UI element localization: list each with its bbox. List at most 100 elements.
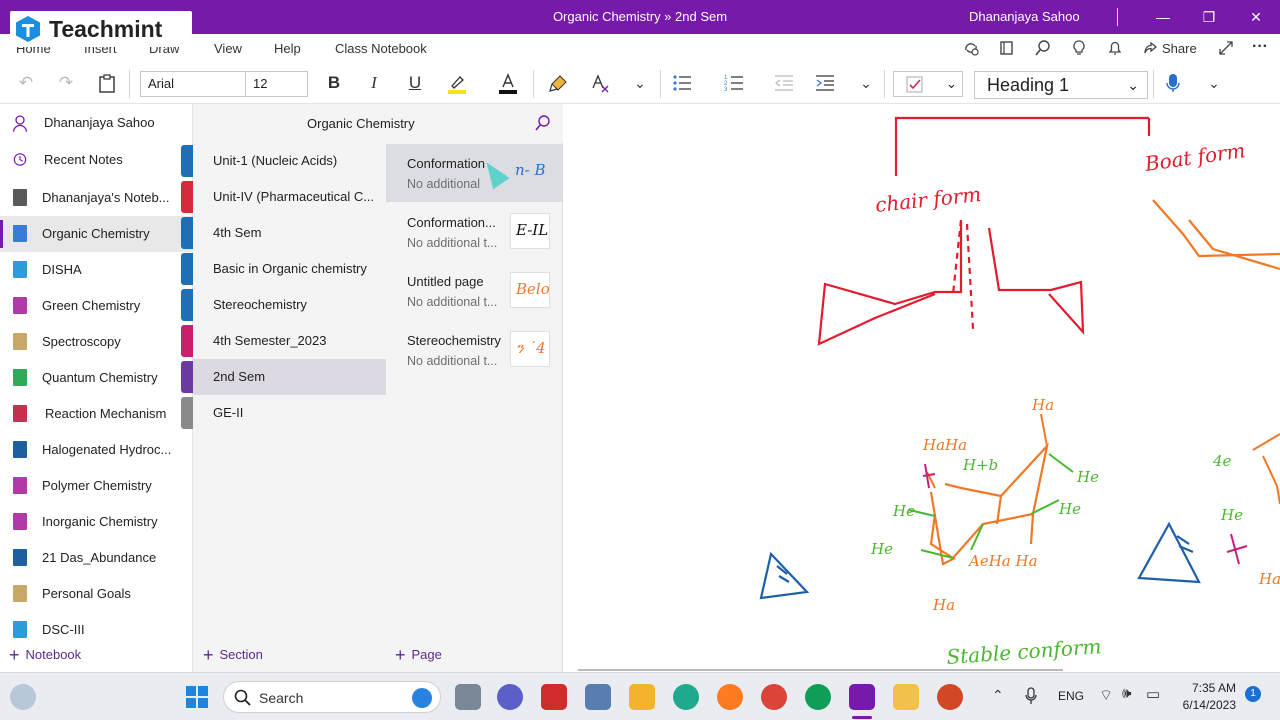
sync-icon[interactable]	[962, 39, 980, 57]
microphone-icon[interactable]	[1162, 72, 1184, 94]
add-section-button[interactable]: + Section	[203, 645, 263, 666]
notebook-item[interactable]: Dhananjaya's Noteb...	[0, 180, 193, 216]
bell-icon[interactable]	[1106, 39, 1124, 57]
store-icon[interactable]	[629, 684, 655, 710]
firefox-icon[interactable]	[717, 684, 743, 710]
font-color-icon[interactable]	[497, 72, 519, 94]
page-item[interactable]: Stereochemistry No additional t... ን ˙4	[386, 321, 563, 379]
notebook-item[interactable]: Reaction Mechanism	[0, 396, 193, 432]
restore-icon[interactable]: ❐	[1196, 5, 1222, 29]
tab-help[interactable]: Help	[274, 41, 301, 56]
volume-icon[interactable]: 🕪	[1122, 685, 1131, 702]
file-explorer-icon[interactable]	[893, 684, 919, 710]
battery-icon[interactable]: ▭	[1146, 685, 1160, 703]
notebook-item[interactable]: Organic Chemistry	[0, 216, 193, 252]
acrobat-icon[interactable]	[541, 684, 567, 710]
notebook-item[interactable]: 21 Das_Abundance	[0, 540, 193, 576]
underline-icon[interactable]: U	[404, 72, 426, 94]
clock-time[interactable]: 7:35 AM	[1172, 681, 1236, 695]
teams-icon[interactable]	[497, 684, 523, 710]
notebook-item[interactable]: DISHA	[0, 252, 193, 288]
section-item[interactable]: 2nd Sem	[193, 359, 386, 395]
wifi-icon[interactable]: ⌔	[1099, 686, 1113, 705]
section-color-tab[interactable]	[181, 397, 193, 429]
search-icon[interactable]	[534, 114, 552, 132]
bullets-icon[interactable]	[671, 72, 693, 94]
notebook-item[interactable]: Spectroscopy	[0, 324, 193, 360]
chrome-profile-icon[interactable]	[805, 684, 831, 710]
weather-icon[interactable]	[10, 684, 36, 710]
clear-formatting-icon[interactable]	[589, 72, 611, 94]
section-item[interactable]: GE-II	[193, 395, 386, 431]
recent-notes-item[interactable]: Recent Notes	[0, 142, 193, 178]
page-item[interactable]: Conformation No additional n- B	[386, 144, 563, 202]
tab-view[interactable]: View	[214, 41, 242, 56]
tab-class-notebook[interactable]: Class Notebook	[335, 41, 427, 56]
chevron-down-icon[interactable]: ⌄	[855, 72, 877, 94]
redo-icon[interactable]: ↷	[55, 72, 77, 94]
highlight-icon[interactable]	[446, 72, 468, 94]
account-item[interactable]: Dhananjaya Sahoo	[0, 105, 193, 141]
italic-icon[interactable]: I	[363, 72, 385, 94]
format-painter-icon[interactable]	[548, 72, 570, 94]
section-color-tab[interactable]	[181, 289, 193, 321]
language-indicator[interactable]: ENG	[1058, 689, 1084, 703]
search-icon[interactable]	[1034, 39, 1052, 57]
clock-date[interactable]: 6/14/2023	[1172, 698, 1236, 712]
notebook-item[interactable]: DSC-III	[0, 612, 193, 648]
chrome-icon[interactable]	[761, 684, 787, 710]
more-options-icon[interactable]: ···	[1252, 38, 1268, 56]
outdent-icon[interactable]	[773, 72, 795, 94]
share-button[interactable]: Share	[1162, 41, 1197, 56]
lightbulb-icon[interactable]	[1070, 39, 1088, 57]
font-size-field[interactable]: 12	[245, 71, 308, 97]
section-color-tab[interactable]	[181, 181, 193, 213]
section-item[interactable]: Stereochemistry	[193, 287, 386, 323]
notebook-item[interactable]: Green Chemistry	[0, 288, 193, 324]
immersive-reader-icon[interactable]	[998, 39, 1016, 57]
section-color-tab[interactable]	[181, 253, 193, 285]
notebook-item[interactable]: Halogenated Hydroc...	[0, 432, 193, 468]
section-item[interactable]: Unit-IV (Pharmaceutical C...	[193, 179, 386, 215]
bold-icon[interactable]: B	[323, 72, 345, 94]
add-page-button[interactable]: + Page	[395, 645, 442, 666]
section-item[interactable]: 4th Sem	[193, 215, 386, 251]
font-name-field[interactable]: Arial	[140, 71, 246, 97]
chevron-down-icon[interactable]: ⌄	[629, 72, 651, 94]
close-icon[interactable]: ✕	[1243, 5, 1269, 29]
taskbar-search[interactable]: Search	[223, 681, 441, 713]
notebook-item[interactable]: Polymer Chemistry	[0, 468, 193, 504]
calculator-icon[interactable]	[585, 684, 611, 710]
notification-badge[interactable]: 1	[1245, 686, 1261, 702]
edge-icon[interactable]	[673, 684, 699, 710]
windows-start-icon[interactable]	[184, 684, 210, 710]
section-item[interactable]: Unit-1 (Nucleic Acids)	[193, 143, 386, 179]
section-color-tab[interactable]	[181, 217, 193, 249]
powerpoint-icon[interactable]	[937, 684, 963, 710]
note-canvas[interactable]: chair form Boat form Ha HaHa H+b He He H…	[563, 104, 1280, 672]
page-item[interactable]: Conformation... No additional t... E-IL	[386, 203, 563, 261]
minimize-icon[interactable]: —	[1150, 5, 1176, 29]
section-color-tab[interactable]	[181, 145, 193, 177]
page-item[interactable]: Untitled page No additional t... Belo	[386, 262, 563, 320]
onenote-icon[interactable]	[849, 684, 875, 710]
tag-dropdown[interactable]: ⌄	[893, 71, 963, 97]
account-name[interactable]: Dhananjaya Sahoo	[969, 9, 1080, 24]
section-color-tab[interactable]	[181, 361, 193, 393]
notebook-item[interactable]: Personal Goals	[0, 576, 193, 612]
undo-icon[interactable]: ↶	[15, 72, 37, 94]
chevron-down-icon[interactable]: ⌄	[1203, 72, 1225, 94]
expand-icon[interactable]	[1217, 39, 1235, 57]
section-item[interactable]: 4th Semester_2023	[193, 323, 386, 359]
notebook-item[interactable]: Inorganic Chemistry	[0, 504, 193, 540]
section-item[interactable]: Basic in Organic chemistry	[193, 251, 386, 287]
add-notebook-button[interactable]: + Notebook	[9, 645, 81, 666]
clipboard-icon[interactable]	[96, 72, 118, 94]
section-color-tab[interactable]	[181, 325, 193, 357]
chevron-up-icon[interactable]: ⌃	[992, 687, 1004, 704]
numbering-icon[interactable]: 123	[723, 72, 745, 94]
task-view-icon[interactable]	[455, 684, 481, 710]
microphone-icon[interactable]	[1024, 687, 1038, 705]
notebook-item[interactable]: Quantum Chemistry	[0, 360, 193, 396]
indent-icon[interactable]	[814, 72, 836, 94]
